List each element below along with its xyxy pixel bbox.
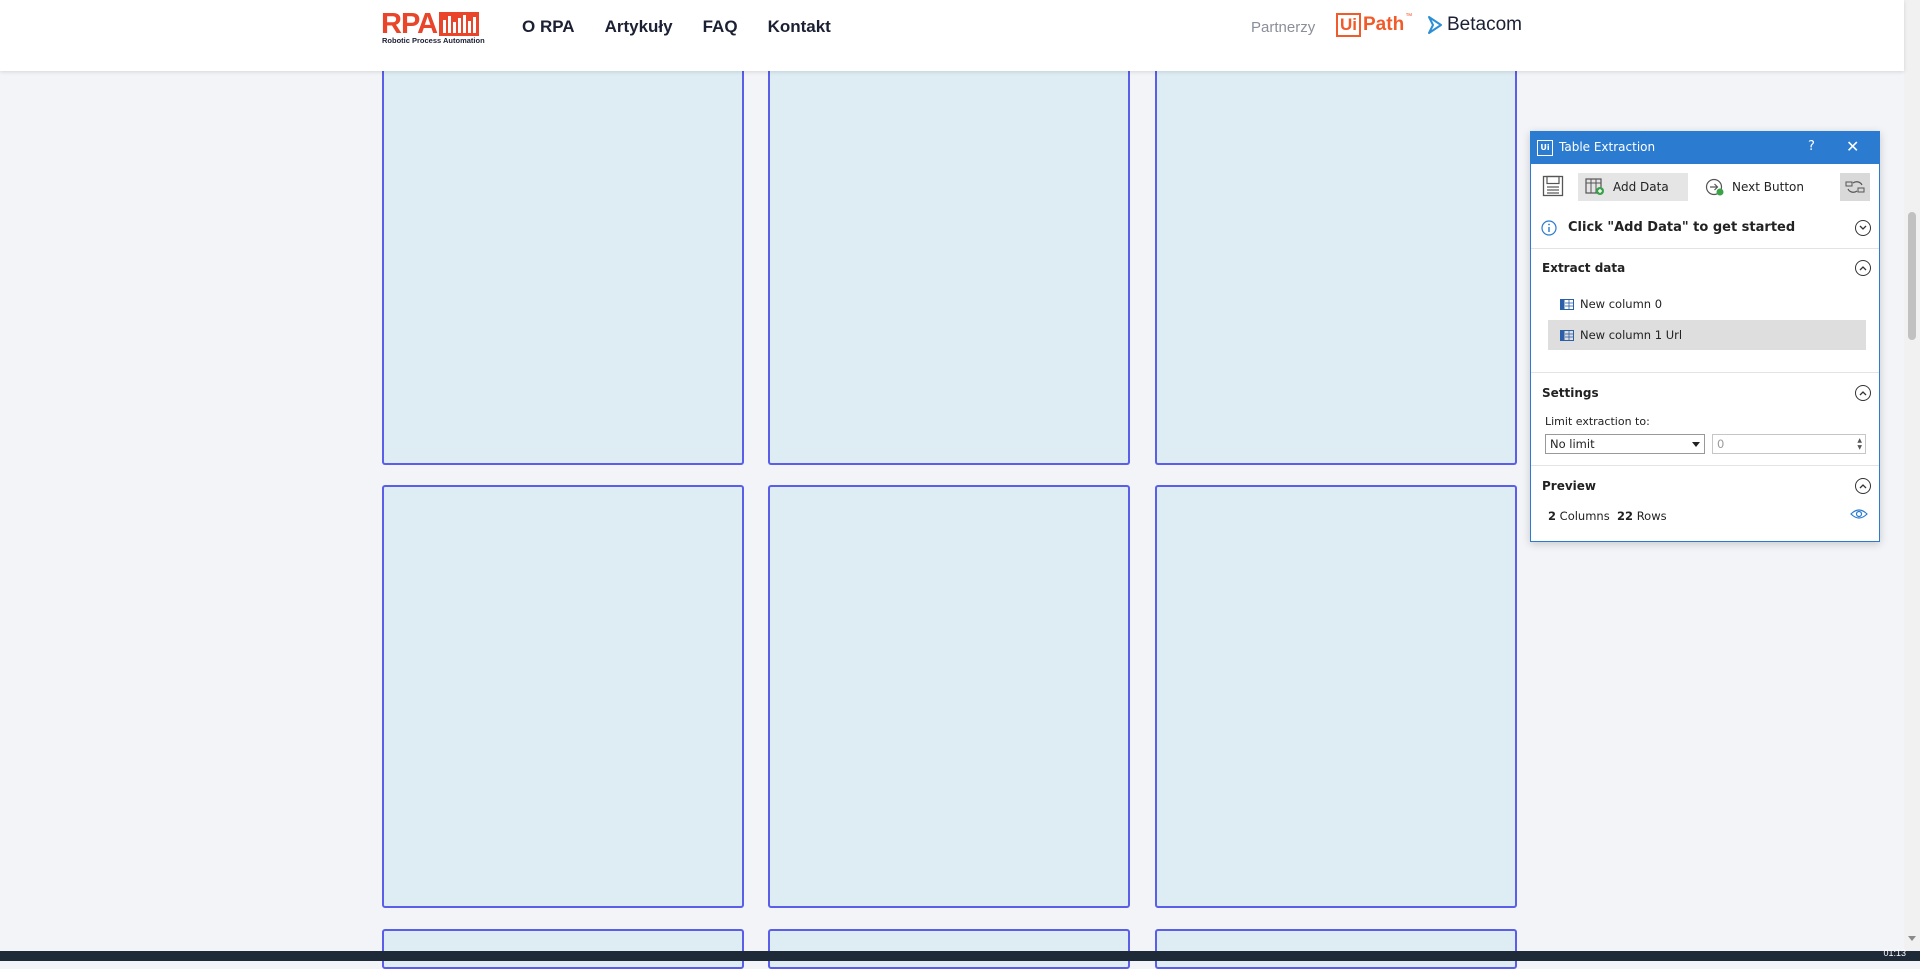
settings-collapse-chevron-icon[interactable] [1855,385,1871,401]
limit-extraction-label: Limit extraction to: [1545,415,1650,428]
column-name: New column 1 Url [1580,328,1683,342]
limit-extraction-select[interactable]: No limit [1545,434,1705,454]
panel-title-bar: Ui Table Extraction ? ✕ [1531,132,1879,164]
card-6[interactable] [1155,485,1517,908]
table-column-icon [1560,298,1574,310]
uipath-trademark: ™ [1405,13,1413,20]
limit-extraction-value: No limit [1550,437,1595,451]
column-name: New column 0 [1580,297,1663,311]
limit-number-value: 0 [1717,437,1725,451]
uipath-logo[interactable]: Ui Path ™ [1336,13,1412,37]
card-2[interactable] [768,71,1130,465]
section-divider [1531,465,1879,466]
preview-collapse-chevron-icon[interactable] [1855,478,1871,494]
betacom-logo-text: Betacom [1447,14,1522,35]
preview-title: Preview [1542,479,1597,493]
betacom-logo[interactable]: Betacom [1427,14,1522,36]
card-7[interactable] [382,929,744,969]
next-button-icon [1705,178,1724,196]
card-5[interactable] [768,485,1130,908]
refresh-icon [1845,181,1865,193]
next-button-label: Next Button [1732,180,1804,194]
hint-expand-chevron-icon[interactable] [1855,220,1871,236]
logo-subtitle: Robotic Process Automation [382,36,485,45]
save-icon [1542,175,1564,197]
preview-columns-word: Columns [1559,509,1610,523]
extract-data-title: Extract data [1542,261,1626,275]
preview-rows-word: Rows [1636,509,1667,523]
card-4[interactable] [382,485,744,908]
taskbar-clock: 01:13 [1883,948,1906,958]
add-data-label: Add Data [1613,180,1669,194]
info-icon [1541,220,1557,236]
nav-item-faq[interactable]: FAQ [703,17,738,37]
preview-rows-count: 22 [1617,509,1634,523]
scrollbar-thumb[interactable] [1908,212,1916,340]
settings-title: Settings [1542,386,1599,400]
logo-skyline-icon [439,12,480,36]
card-3[interactable] [1155,71,1517,465]
preview-columns-count: 2 [1548,509,1557,523]
page-scrollbar[interactable] [1904,0,1920,951]
add-data-icon [1585,178,1604,195]
panel-toolbar: Add Data Next Button [1531,164,1879,208]
section-divider [1531,372,1879,373]
refresh-button[interactable] [1840,173,1870,201]
save-button[interactable] [1541,174,1565,198]
hint-row: Click "Add Data" to get started [1531,208,1879,249]
limit-number-stepper[interactable]: 0 ▲ ▼ [1712,434,1866,454]
hint-text: Click "Add Data" to get started [1568,220,1796,235]
nav-item-artykuly[interactable]: Artykuły [605,17,673,37]
table-column-icon [1560,329,1574,341]
uipath-app-icon: Ui [1537,140,1553,156]
close-button[interactable]: ✕ [1846,137,1859,156]
betacom-logo-icon [1428,16,1442,34]
add-data-button[interactable]: Add Data [1578,173,1688,201]
scroll-down-arrow-icon[interactable] [1908,936,1916,941]
logo-text: RPA [381,8,438,40]
next-button-button[interactable]: Next Button [1697,173,1807,201]
nav-item-kontakt[interactable]: Kontakt [768,17,831,37]
nav-item-o-rpa[interactable]: O RPA [522,17,575,37]
table-extraction-panel: Ui Table Extraction ? ✕ Add Data Next Bu… [1530,131,1880,542]
preview-stats: 2 Columns 22 Rows [1548,509,1667,523]
help-button[interactable]: ? [1808,139,1815,154]
main-nav: O RPA Artykuły FAQ Kontakt [522,17,831,37]
stepper-arrows-icon[interactable]: ▲ ▼ [1857,437,1862,451]
partners-label: Partnerzy [1251,19,1316,36]
card-8[interactable] [768,929,1130,969]
column-item[interactable]: New column 1 Url [1548,320,1866,350]
os-taskbar: 01:13 [0,948,1920,961]
uipath-logo-path: Path [1363,14,1405,35]
card-1[interactable] [382,71,744,465]
dropdown-arrow-icon [1692,442,1700,447]
card-9[interactable] [1155,929,1517,969]
extract-data-collapse-chevron-icon[interactable] [1855,260,1871,276]
eye-icon[interactable] [1850,508,1868,520]
column-item[interactable]: New column 0 [1548,289,1866,319]
uipath-logo-ui: Ui [1336,13,1361,37]
panel-title: Table Extraction [1559,140,1656,154]
site-logo[interactable]: RPA Robotic Process Automation [381,10,489,46]
site-header: RPA Robotic Process Automation O RPA Art… [0,0,1904,71]
